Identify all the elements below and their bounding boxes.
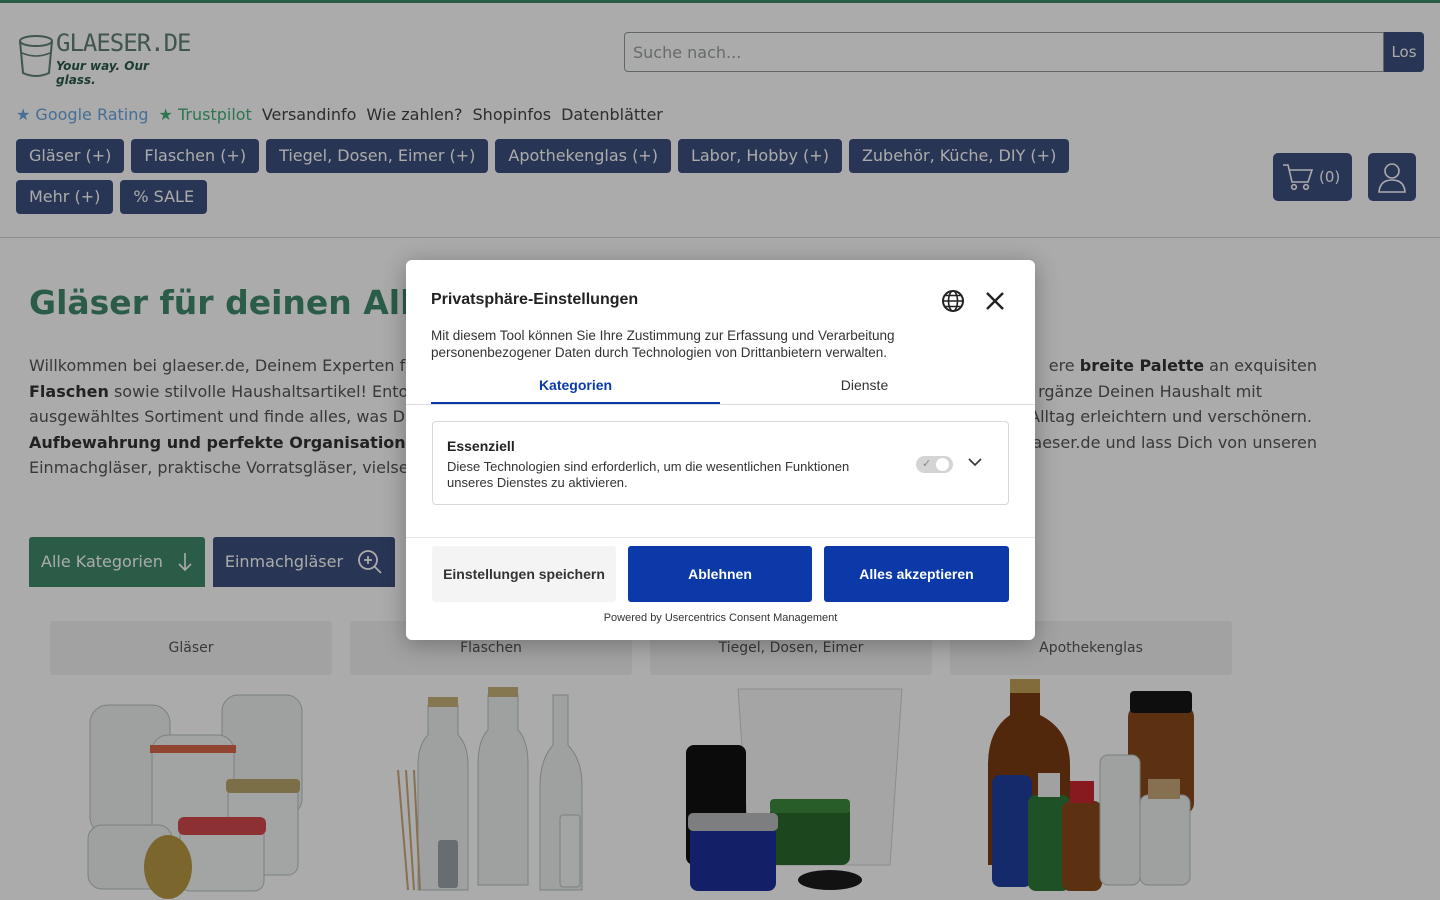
close-icon[interactable] bbox=[984, 290, 1006, 312]
divider bbox=[406, 537, 1035, 538]
consent-dialog: Privatsphäre-Einstellungen Mit diesem To… bbox=[406, 260, 1035, 640]
essential-title: Essenziell bbox=[447, 438, 515, 454]
check-icon: ✓ bbox=[922, 458, 932, 470]
consent-title: Privatsphäre-Einstellungen bbox=[431, 291, 639, 308]
consent-tabs: Kategorien Dienste bbox=[431, 370, 1009, 404]
essential-category: Essenziell Diese Technologien sind erfor… bbox=[432, 421, 1009, 505]
essential-toggle[interactable]: ✓ bbox=[916, 456, 953, 473]
globe-icon[interactable] bbox=[941, 289, 965, 313]
chevron-down-icon[interactable] bbox=[967, 456, 983, 468]
save-settings-button[interactable]: Einstellungen speichern bbox=[432, 546, 616, 602]
deny-button[interactable]: Ablehnen bbox=[628, 546, 812, 602]
divider bbox=[406, 404, 1035, 405]
powered-by-text: Powered by Usercentrics Consent Manageme… bbox=[603, 612, 838, 624]
accept-all-button[interactable]: Alles akzeptieren bbox=[824, 546, 1009, 602]
essential-description: Diese Technologien sind erforderlich, um… bbox=[447, 459, 850, 490]
consent-description: Mit diesem Tool können Sie Ihre Zustimmu… bbox=[431, 328, 895, 360]
tab-kategorien[interactable]: Kategorien bbox=[431, 370, 720, 404]
tab-dienste[interactable]: Dienste bbox=[720, 370, 1009, 404]
